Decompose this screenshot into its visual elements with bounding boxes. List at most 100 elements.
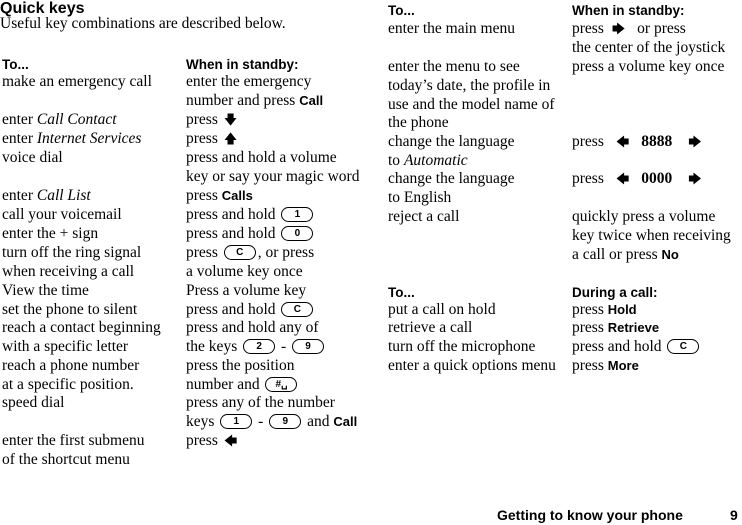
inline-text: the keys bbox=[186, 338, 242, 355]
action-text: retrieve a call bbox=[388, 319, 473, 336]
action-text: enter the menu to see bbox=[388, 58, 520, 75]
inline-text: , or press bbox=[257, 244, 315, 261]
how-text: press and hold any of bbox=[186, 319, 319, 336]
inline-text: number and bbox=[186, 376, 264, 393]
how-text: the center of the joystick bbox=[572, 39, 726, 56]
action-text: reach a contact beginning bbox=[2, 319, 161, 336]
inline-text: Internet Services bbox=[36, 130, 142, 147]
how-text: the keys 2 - 9 bbox=[186, 337, 326, 356]
inline-text: to bbox=[388, 152, 404, 169]
how-text: press 🡄 bbox=[186, 431, 243, 451]
inline-text: press bbox=[186, 244, 222, 261]
call-softkey-label: Call bbox=[333, 414, 358, 429]
action-text: speed dial bbox=[2, 394, 65, 411]
action-text: enter Call Contact bbox=[2, 110, 117, 129]
call-softkey-label: Call bbox=[299, 93, 324, 108]
action-text: enter the main menu bbox=[388, 20, 515, 37]
how-text: number and #␣ bbox=[186, 375, 299, 394]
how-text: press 🡆 or press bbox=[572, 19, 686, 39]
how-text: press and hold C bbox=[572, 337, 701, 356]
how-text: press a volume key once bbox=[572, 58, 725, 75]
action-text: change the language bbox=[388, 170, 515, 187]
how-text: a volume key once bbox=[186, 263, 303, 280]
how-text: key or say your magic word bbox=[186, 168, 360, 185]
key-1-icon: 1 bbox=[281, 206, 314, 222]
action-text: turn off the microphone bbox=[388, 338, 536, 355]
joystick-left-icon: 🡄 bbox=[615, 172, 630, 187]
action-text: change the language bbox=[388, 133, 515, 150]
action-text: enter the first submenu bbox=[2, 432, 145, 449]
action-text: reach a phone number bbox=[2, 357, 140, 374]
inline-text: - bbox=[254, 413, 268, 430]
how-text: press 🡅 bbox=[186, 129, 243, 149]
how-text: enter the emergency bbox=[186, 73, 312, 90]
action-text: enter Internet Services bbox=[2, 129, 141, 148]
key-hash-icon: #␣ bbox=[265, 376, 298, 392]
how-text: number and press Call bbox=[186, 91, 323, 110]
action-text: use and the model name of bbox=[388, 96, 555, 113]
joystick-left-icon: 🡄 bbox=[223, 434, 238, 449]
inline-text: press bbox=[572, 170, 604, 187]
how-text: Press a volume key bbox=[186, 282, 307, 299]
inline-text: and bbox=[303, 413, 334, 430]
action-text: call your voicemail bbox=[2, 206, 122, 223]
inline-text: keys bbox=[186, 413, 219, 430]
how-text: press and hold a volume bbox=[186, 149, 337, 166]
key-c-icon: C bbox=[667, 338, 700, 354]
inline-text: press bbox=[572, 20, 604, 37]
action-text: enter the + sign bbox=[2, 225, 99, 242]
inline-text: press and hold bbox=[572, 338, 666, 355]
how-text: press any of the number bbox=[186, 394, 335, 411]
inline-text: - bbox=[277, 338, 291, 355]
joystick-left-icon: 🡄 bbox=[615, 135, 630, 150]
how-text: press and hold C bbox=[186, 300, 315, 319]
inline-text: Call List bbox=[36, 187, 91, 204]
joystick-right-icon: 🡆 bbox=[688, 172, 702, 187]
action-text: to Automatic bbox=[388, 151, 468, 170]
action-text: reject a call bbox=[388, 208, 460, 225]
action-text: today’s date, the profile in bbox=[388, 77, 551, 94]
inline-text: a call or press bbox=[572, 246, 662, 263]
key-2-icon: 2 bbox=[243, 338, 276, 354]
inline-text: press bbox=[186, 111, 218, 128]
right-header-to: To... bbox=[388, 3, 415, 18]
how-text: press C, or press bbox=[186, 243, 314, 262]
action-text: turn off the ring signal bbox=[2, 244, 142, 261]
joystick-up-icon: 🡅 bbox=[223, 132, 238, 147]
how-text: press Calls bbox=[186, 186, 253, 205]
how-text: press More bbox=[572, 356, 639, 375]
how-text: keys 1 - 9 and Call bbox=[186, 412, 357, 431]
inline-text: enter bbox=[2, 111, 37, 128]
page-subtitle: Useful key combinations are described be… bbox=[0, 15, 286, 32]
right-header-standby: When in standby: bbox=[572, 3, 685, 18]
inline-text: Call Contact bbox=[36, 111, 117, 128]
language-code-automatic: 8888 bbox=[641, 133, 673, 150]
page-number: 9 bbox=[730, 507, 738, 523]
action-text: make an emergency call bbox=[2, 73, 152, 90]
inline-text: enter bbox=[2, 187, 37, 204]
inline-text: press bbox=[572, 301, 608, 318]
key-c-icon: C bbox=[281, 301, 314, 317]
action-text: the phone bbox=[388, 114, 449, 131]
how-text: key twice when receiving bbox=[572, 227, 731, 244]
hold-softkey-label: Hold bbox=[607, 302, 637, 317]
key-9-icon: 9 bbox=[269, 413, 302, 429]
inline-text: press bbox=[186, 432, 218, 449]
inline-text: press and hold bbox=[186, 225, 280, 242]
more-softkey-label: More bbox=[607, 358, 639, 373]
inline-text: press and hold bbox=[186, 206, 280, 223]
action-text: with a specific letter bbox=[2, 338, 129, 355]
action-text: of the shortcut menu bbox=[2, 451, 130, 468]
action-text: View the time bbox=[2, 282, 89, 299]
how-text: press Retrieve bbox=[572, 318, 659, 337]
no-softkey-label: No bbox=[661, 247, 679, 262]
how-text: quickly press a volume bbox=[572, 208, 716, 225]
how-text: press Hold bbox=[572, 300, 637, 319]
how-text: press and hold 1 bbox=[186, 205, 315, 224]
language-code-english: 0000 bbox=[641, 170, 673, 187]
inline-text: press bbox=[572, 357, 608, 374]
how-text: press the position bbox=[186, 357, 295, 374]
action-text: put a call on hold bbox=[388, 301, 496, 318]
how-text: press and hold 0 bbox=[186, 224, 315, 243]
calls-softkey-label: Calls bbox=[221, 188, 253, 203]
